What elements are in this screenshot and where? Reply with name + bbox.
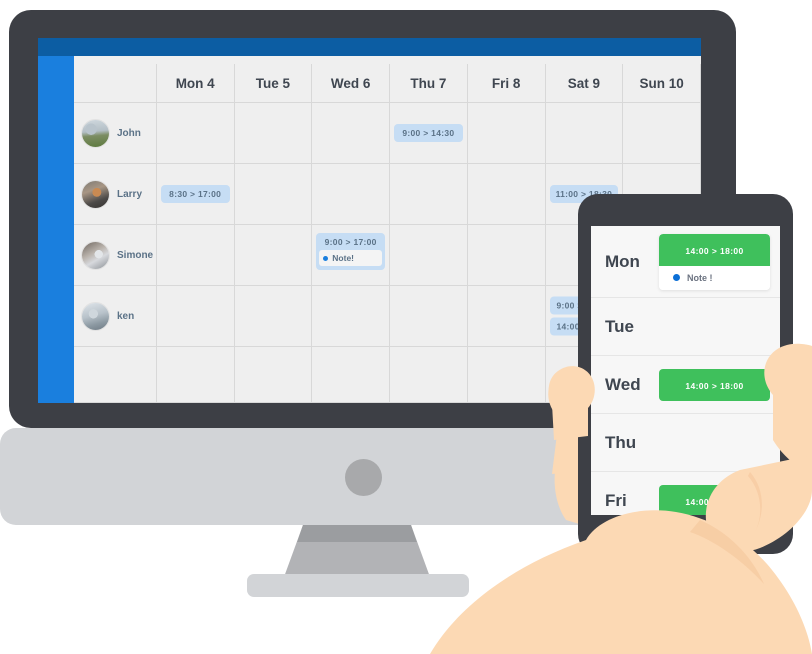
- event-time-label: 8:30 > 17:00: [169, 189, 222, 199]
- person-name: ken: [117, 310, 135, 322]
- calendar-cell-simone-wed[interactable]: 9:00 > 17:00 Note!: [311, 224, 391, 286]
- phone-day-events: 14:00 > 18:00: [659, 485, 770, 515]
- phone-note[interactable]: Note !: [659, 265, 770, 290]
- calendar-cell-john-mon[interactable]: [156, 102, 235, 164]
- person-name: John: [117, 127, 141, 139]
- phone-shift-time: 14:00 > 18:00: [685, 380, 744, 391]
- monitor-stand-base: [247, 574, 469, 597]
- calendar-cell-simone-fri[interactable]: [467, 224, 546, 286]
- note-dot-icon: [673, 274, 680, 281]
- calendar-person-cell-john[interactable]: John: [74, 102, 157, 164]
- list-item[interactable]: Mon 14:00 > 18:00 Note !: [591, 226, 780, 298]
- calendar-day-header-thu[interactable]: Thu 7: [389, 64, 468, 103]
- list-item[interactable]: Thu: [591, 414, 780, 472]
- person-name: Simone: [117, 249, 154, 261]
- phone-day-label: Wed: [605, 374, 641, 394]
- calendar-cell-simone-thu[interactable]: [389, 224, 468, 286]
- table-row: John 9:00 > 14:30: [74, 102, 701, 164]
- calendar-cell-john-tue[interactable]: [234, 102, 313, 164]
- calendar-person-cell-ken[interactable]: ken: [74, 285, 157, 347]
- smartphone: Mon 14:00 > 18:00 Note ! Tue Wed 14:00 >…: [578, 194, 793, 554]
- calendar-cell-john-sun[interactable]: [622, 102, 701, 164]
- calendar-day-header-sun[interactable]: Sun 10: [622, 64, 701, 103]
- calendar-event[interactable]: 9:00 > 17:00 Note!: [316, 233, 386, 270]
- calendar-header-row: Mon 4 Tue 5 Wed 6 Thu 7 Fri 8 Sat 9 Sun …: [74, 64, 701, 103]
- calendar-day-header-fri[interactable]: Fri 8: [467, 64, 546, 103]
- calendar-cell-ken-fri[interactable]: [467, 285, 546, 347]
- calendar-cell-empty-wed[interactable]: [311, 346, 391, 403]
- calendar-day-header-sat[interactable]: Sat 9: [545, 64, 624, 103]
- calendar-cell-simone-mon[interactable]: [156, 224, 235, 286]
- phone-day-label: Fri: [605, 491, 627, 510]
- event-note-label: Note!: [332, 253, 355, 263]
- phone-screen: Mon 14:00 > 18:00 Note ! Tue Wed 14:00 >…: [591, 226, 780, 515]
- calendar-day-header-tue[interactable]: Tue 5: [234, 64, 313, 103]
- event-note[interactable]: Note!: [319, 250, 383, 266]
- event-time-label: 9:00 > 17:00: [324, 237, 377, 247]
- avatar: [81, 301, 110, 331]
- calendar-cell-larry-fri[interactable]: [467, 163, 546, 225]
- calendar-cell-john-sat[interactable]: [545, 102, 624, 164]
- note-dot-icon: [323, 255, 329, 261]
- calendar-event[interactable]: 9:00 > 14:30: [394, 124, 463, 142]
- calendar-cell-larry-mon[interactable]: 8:30 > 17:00: [156, 163, 235, 225]
- avatar: [81, 179, 110, 209]
- phone-shift-time: 14:00 > 18:00: [685, 497, 744, 507]
- calendar-day-header-mon[interactable]: Mon 4: [156, 64, 235, 103]
- person-name: Larry: [117, 188, 143, 200]
- calendar-person-cell-empty[interactable]: [74, 346, 157, 403]
- calendar-cell-ken-tue[interactable]: [234, 285, 313, 347]
- calendar-cell-larry-tue[interactable]: [234, 163, 313, 225]
- phone-shift-chip[interactable]: 14:00 > 18:00: [659, 368, 770, 401]
- calendar-person-cell-larry[interactable]: Larry: [74, 163, 157, 225]
- list-item[interactable]: Tue: [591, 298, 780, 356]
- avatar: [81, 240, 110, 270]
- phone-day-events: 14:00 > 18:00 Note !: [659, 233, 770, 290]
- phone-shift-chip[interactable]: 14:00 > 18:00: [659, 233, 770, 266]
- calendar-cell-larry-wed[interactable]: [311, 163, 391, 225]
- calendar-event[interactable]: 8:30 > 17:00: [160, 185, 230, 203]
- calendar-cell-empty-thu[interactable]: [389, 346, 468, 403]
- calendar-cell-ken-mon[interactable]: [156, 285, 235, 347]
- calendar-person-cell-simone[interactable]: Simone: [74, 224, 157, 286]
- calendar-day-header-wed[interactable]: Wed 6: [311, 64, 391, 103]
- calendar-cell-larry-thu[interactable]: [389, 163, 468, 225]
- monitor-stand-neck-shade: [297, 525, 417, 542]
- calendar-cell-john-fri[interactable]: [467, 102, 546, 164]
- calendar-cell-empty-fri[interactable]: [467, 346, 546, 403]
- calendar-cell-ken-thu[interactable]: [389, 285, 468, 347]
- phone-day-events: 14:00 > 18:00: [659, 368, 770, 401]
- list-item[interactable]: Wed 14:00 > 18:00: [591, 356, 780, 414]
- list-item[interactable]: Fri 14:00 > 18:00: [591, 472, 780, 515]
- phone-day-label: Tue: [605, 316, 634, 336]
- phone-note-label: Note !: [687, 272, 713, 283]
- calendar-cell-john-thu[interactable]: 9:00 > 14:30: [389, 102, 468, 164]
- calendar-cell-empty-tue[interactable]: [234, 346, 313, 403]
- avatar: [81, 118, 110, 148]
- phone-day-label: Thu: [605, 432, 637, 452]
- app-sidebar[interactable]: [38, 56, 74, 403]
- calendar-cell-simone-tue[interactable]: [234, 224, 313, 286]
- calendar-cell-empty-mon[interactable]: [156, 346, 235, 403]
- phone-shift-time: 14:00 > 18:00: [685, 245, 744, 256]
- phone-shift-chip[interactable]: 14:00 > 18:00: [659, 485, 770, 515]
- calendar-person-header: [74, 64, 157, 103]
- app-topbar: [38, 38, 701, 56]
- monitor-logo-dot: [345, 459, 382, 496]
- phone-day-label: Mon: [605, 251, 640, 271]
- event-time-label: 9:00 > 14:30: [402, 128, 455, 138]
- calendar-cell-ken-wed[interactable]: [311, 285, 391, 347]
- calendar-cell-john-wed[interactable]: [311, 102, 391, 164]
